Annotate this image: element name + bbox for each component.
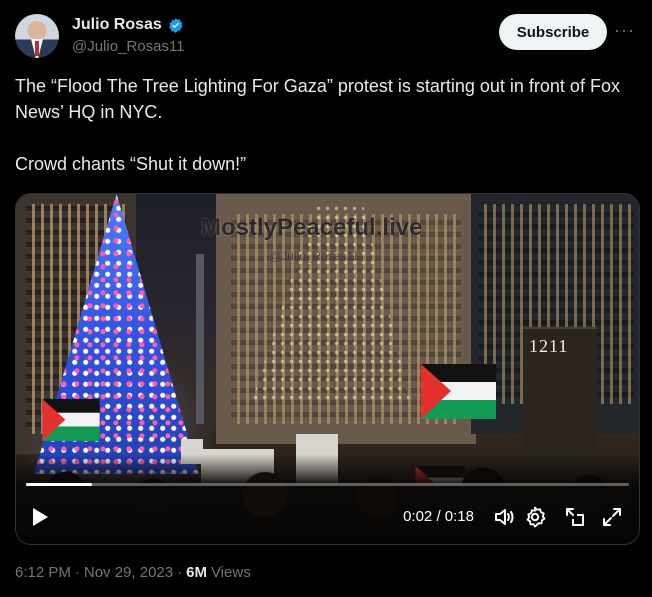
video-controls: 0:02 / 0:18 (16, 492, 639, 544)
picture-in-picture-icon[interactable] (563, 505, 587, 529)
settings-gear-icon[interactable] (523, 505, 547, 529)
post-time[interactable]: 6:12 PM (15, 564, 71, 581)
views-label: Views (210, 564, 251, 581)
avatar[interactable] (15, 14, 59, 58)
current-time: 0:02 (403, 508, 433, 525)
subscribe-button[interactable]: Subscribe (499, 14, 607, 50)
palestine-flag-icon (42, 399, 100, 441)
duration: 0:18 (444, 508, 474, 525)
lamp-pole (196, 254, 204, 424)
author-handle[interactable]: @Julio_Rosas11 (72, 38, 185, 55)
footer-separator: · (74, 564, 80, 581)
more-options-icon[interactable]: ··· (614, 20, 635, 41)
post-date[interactable]: Nov 29, 2023 (84, 564, 173, 581)
video-watermark: MostlyPeaceful.live (201, 214, 423, 241)
fullscreen-icon[interactable] (600, 505, 624, 529)
views-count: 6M (186, 564, 207, 581)
building-number-label: 1211 (529, 336, 569, 356)
tweet-header: Julio Rosas @Julio_Rosas11 Subscribe ··· (15, 12, 637, 60)
video-watermark-handle: @Julio_Rosas11 (269, 249, 360, 263)
volume-icon[interactable] (493, 505, 517, 529)
footer-separator: · (177, 564, 183, 581)
play-icon[interactable] (33, 508, 48, 526)
video-progress-bar[interactable] (26, 483, 629, 486)
palestine-flag-icon (421, 364, 496, 419)
video-time: 0:02 / 0:18 (403, 508, 474, 525)
video-player[interactable]: 1211 MostlyPeaceful.live @Julio_Rosas11 … (15, 193, 640, 545)
tweet-text: The “Flood The Tree Lighting For Gaza” p… (15, 76, 620, 174)
tweet-footer: 6:12 PM · Nov 29, 2023 · 6M Views (15, 564, 251, 581)
video-progress-fill (26, 483, 93, 486)
author-display-name[interactable]: Julio Rosas (72, 16, 162, 34)
verified-badge-icon (168, 17, 183, 33)
author-name-row: Julio Rosas (72, 16, 184, 34)
